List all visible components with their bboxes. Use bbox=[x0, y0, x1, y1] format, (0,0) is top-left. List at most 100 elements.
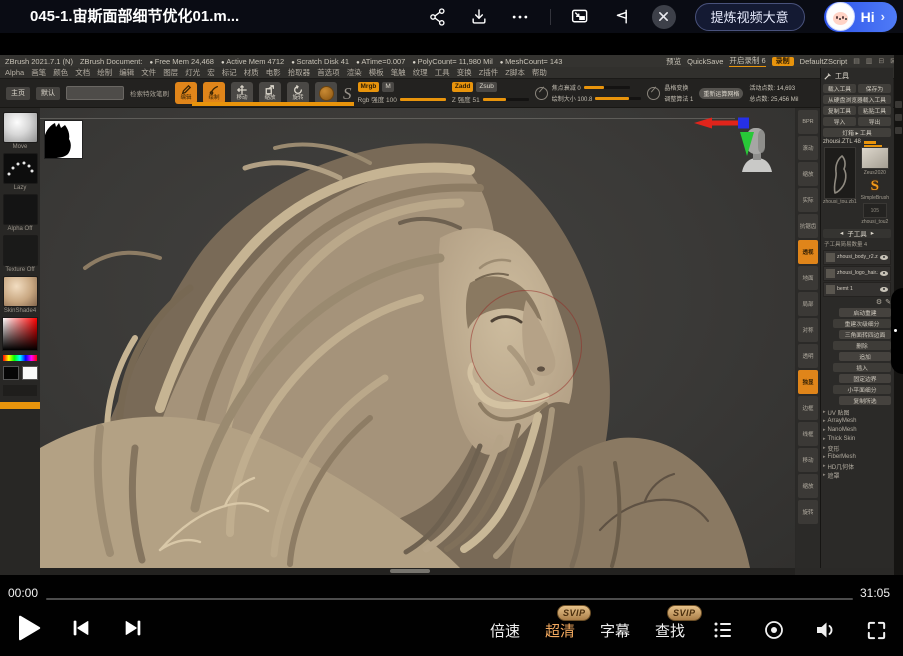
shelf-tab-home[interactable]: 主页 bbox=[6, 87, 30, 100]
visibility-eye-icon[interactable] bbox=[880, 271, 888, 276]
menu-item[interactable]: 画笔 bbox=[31, 67, 46, 78]
m-button[interactable]: M bbox=[382, 82, 393, 92]
right-shelf-button[interactable]: 缩放 bbox=[798, 474, 818, 498]
color-picker[interactable] bbox=[2, 317, 38, 351]
pip-icon[interactable] bbox=[570, 6, 592, 28]
shelf-tab-default[interactable]: 默认 bbox=[36, 87, 60, 100]
subtool-item[interactable]: zhousi_body_r2.zb1 bbox=[823, 250, 891, 265]
next-icon[interactable] bbox=[120, 615, 146, 641]
geometry-button[interactable]: 删除 bbox=[833, 341, 891, 350]
geometry-button[interactable]: 重建次级细分 bbox=[833, 319, 891, 328]
right-shelf-button[interactable]: 线框 bbox=[798, 422, 818, 446]
horizontal-scrollbar[interactable] bbox=[390, 569, 430, 573]
s-brush-icon[interactable]: S bbox=[343, 85, 352, 102]
small-tool-thumbnail[interactable]: 105 bbox=[863, 203, 887, 218]
stroke-thumbnail[interactable] bbox=[3, 153, 38, 184]
quicksave-button[interactable]: QuickSave bbox=[687, 57, 723, 66]
menu-item[interactable]: 编辑 bbox=[119, 67, 134, 78]
mesh-tool-thumbnail[interactable] bbox=[861, 147, 889, 169]
menu-item[interactable]: 首选项 bbox=[317, 67, 340, 78]
subpalette-item[interactable]: NanoMesh bbox=[823, 426, 891, 435]
z-intensity-slider[interactable] bbox=[483, 98, 529, 101]
tool-button[interactable]: 粘贴工具 bbox=[858, 106, 891, 115]
rotate-mode-button[interactable]: 旋转 bbox=[287, 82, 309, 104]
subtitles-button[interactable]: 字幕 bbox=[600, 620, 630, 641]
edit-mode-button[interactable]: 编辑 bbox=[175, 82, 197, 104]
recalc-mesh-button[interactable]: 重新运算网格 bbox=[699, 88, 743, 99]
menu-item[interactable]: Z插件 bbox=[479, 67, 499, 78]
visibility-eye-icon[interactable] bbox=[880, 255, 888, 260]
side-panel-handle[interactable] bbox=[891, 288, 903, 374]
record-toggle[interactable]: 开启录制 6 bbox=[729, 55, 765, 67]
menu-item[interactable]: 绘制 bbox=[97, 67, 112, 78]
zsub-button[interactable]: Zsub bbox=[476, 82, 496, 92]
more-icon[interactable] bbox=[509, 6, 531, 28]
menu-item[interactable]: 图层 bbox=[163, 67, 178, 78]
subpalette-item[interactable]: HD几何体 bbox=[823, 462, 891, 471]
right-shelf-button[interactable]: 移动 bbox=[798, 448, 818, 472]
gear-icon[interactable]: ⚙ bbox=[876, 298, 882, 306]
brush-thumbnail[interactable] bbox=[3, 112, 38, 143]
speed-button[interactable]: 倍速 bbox=[490, 620, 520, 641]
fullscreen-icon[interactable] bbox=[863, 617, 889, 643]
menu-item[interactable]: 笔触 bbox=[391, 67, 406, 78]
geometry-button[interactable]: 小平面细分 bbox=[833, 385, 891, 394]
right-shelf-button[interactable]: BPR bbox=[798, 110, 818, 134]
menu-item[interactable]: 电影 bbox=[266, 67, 281, 78]
move-mode-button[interactable]: 移动 bbox=[231, 82, 253, 104]
zscript-button[interactable]: DefaultZScript bbox=[800, 57, 848, 66]
menu-item[interactable]: Z脚本 bbox=[505, 67, 525, 78]
geometry-button[interactable]: 插入 bbox=[833, 363, 891, 372]
material-thumbnail[interactable] bbox=[3, 276, 38, 307]
menu-item[interactable]: 材质 bbox=[244, 67, 259, 78]
tool-button[interactable]: 载入工具 bbox=[823, 84, 856, 93]
right-shelf-button[interactable]: 旋转 bbox=[798, 500, 818, 524]
play-icon[interactable] bbox=[16, 615, 42, 641]
menu-item[interactable]: 文档 bbox=[75, 67, 90, 78]
menu-item[interactable]: 工具 bbox=[435, 67, 450, 78]
subtool-item[interactable]: bemt 1 bbox=[823, 282, 891, 297]
tool-button[interactable]: 保存为 bbox=[858, 84, 891, 93]
alpha-selector[interactable]: Alpha Off bbox=[3, 194, 38, 232]
menu-item[interactable]: 帮助 bbox=[532, 67, 547, 78]
right-shelf-button[interactable]: 缩放 bbox=[798, 162, 818, 186]
menu-item[interactable]: 纹理 bbox=[413, 67, 428, 78]
preview-button[interactable]: 预览 bbox=[666, 56, 681, 67]
zadd-button[interactable]: Zadd bbox=[452, 82, 474, 92]
summarize-video-button[interactable]: 提炼视频大意 bbox=[695, 3, 805, 31]
rgb-intensity-slider[interactable] bbox=[400, 98, 446, 101]
subtool-section-header[interactable]: ◂ 子工具 ▸ bbox=[823, 229, 891, 238]
draw-mode-button[interactable]: 绘制 bbox=[203, 82, 225, 104]
subpalette-item[interactable]: UV 贴图 bbox=[823, 408, 891, 417]
texture-selector[interactable]: Texture Off bbox=[3, 235, 38, 273]
tool-button[interactable]: 灯箱 ▸ 工具 bbox=[823, 128, 891, 137]
right-shelf-button[interactable]: 对称 bbox=[798, 318, 818, 342]
focal-shift-slider[interactable] bbox=[584, 86, 630, 89]
tool-button[interactable]: 导入 bbox=[823, 117, 856, 126]
tray-icon[interactable] bbox=[895, 127, 902, 134]
sculptris-pro-button[interactable] bbox=[315, 82, 337, 104]
subpalette-item[interactable]: 变形 bbox=[823, 444, 891, 453]
stroke-selector[interactable]: Lazy bbox=[3, 153, 38, 191]
scale-mode-button[interactable]: 缩放 bbox=[259, 82, 281, 104]
material-selector[interactable]: SkinShade4 bbox=[3, 276, 38, 314]
right-shelf-button[interactable]: 透明 bbox=[798, 344, 818, 368]
menu-item[interactable]: Alpha bbox=[5, 68, 24, 77]
menu-item[interactable]: 模板 bbox=[369, 67, 384, 78]
record-chip[interactable]: 录制 bbox=[772, 57, 794, 66]
progress-bar[interactable] bbox=[46, 598, 853, 600]
axis-gizmo[interactable] bbox=[686, 114, 776, 158]
tool-palette-header[interactable]: 工具 bbox=[824, 71, 891, 81]
right-shelf-button[interactable]: 透视 bbox=[798, 240, 818, 264]
download-icon[interactable] bbox=[468, 6, 490, 28]
record-icon[interactable] bbox=[761, 617, 787, 643]
geometry-button[interactable]: 启动重建 bbox=[839, 308, 891, 317]
window-control-icons[interactable]: ▤ ▥ ⊟ ⊠ bbox=[853, 57, 898, 65]
tool-button[interactable]: 从硬盘浏览器载入工具 bbox=[823, 95, 891, 104]
menu-item[interactable]: 变换 bbox=[457, 67, 472, 78]
alpha-thumbnail[interactable] bbox=[3, 194, 38, 225]
subpalette-item[interactable]: 遮罩 bbox=[823, 471, 891, 480]
texture-thumbnail[interactable] bbox=[3, 235, 38, 266]
brush-selector[interactable]: Move bbox=[3, 112, 38, 150]
menu-item[interactable]: 宏 bbox=[207, 67, 215, 78]
